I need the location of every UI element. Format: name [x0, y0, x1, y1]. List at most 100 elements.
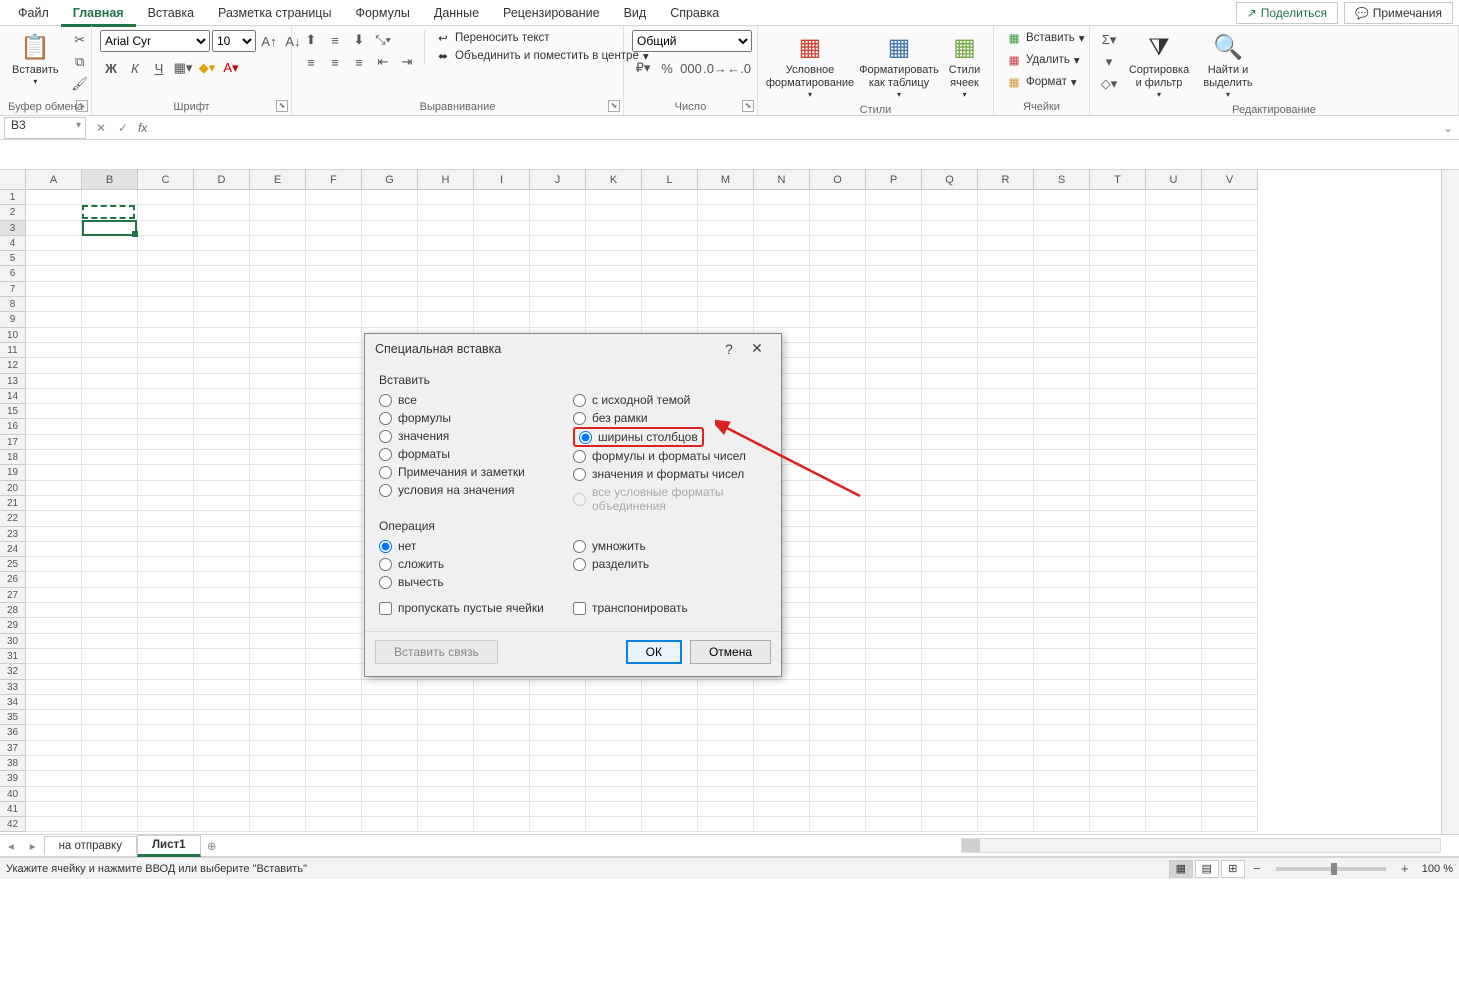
- align-bottom-button[interactable]: ⬇: [348, 30, 370, 50]
- radio-values-numfmt[interactable]: значения и форматы чисел: [573, 465, 767, 483]
- menu-insert[interactable]: Вставка: [136, 2, 206, 24]
- row-header-3[interactable]: 3: [0, 221, 26, 236]
- align-top-button[interactable]: ⬆: [300, 30, 322, 50]
- wrap-text-button[interactable]: ↩Переносить текст: [431, 30, 653, 46]
- checkbox-transpose[interactable]: транспонировать: [573, 601, 767, 615]
- formula-input[interactable]: [151, 117, 1437, 139]
- row-header-24[interactable]: 24: [0, 542, 26, 557]
- row-header-26[interactable]: 26: [0, 572, 26, 587]
- copy-button[interactable]: ⧉: [69, 52, 91, 72]
- percent-button[interactable]: %: [656, 58, 678, 78]
- comma-button[interactable]: 000: [680, 58, 702, 78]
- radio-op-add[interactable]: сложить: [379, 555, 573, 573]
- radio-column-widths[interactable]: ширины столбцов: [579, 430, 698, 444]
- cell-styles-button[interactable]: ▦Стили ячеек▾: [944, 30, 985, 102]
- align-middle-button[interactable]: ≡: [324, 30, 346, 50]
- row-header-37[interactable]: 37: [0, 741, 26, 756]
- delete-cells-button[interactable]: ▦Удалить▾: [1002, 52, 1084, 68]
- paste-button[interactable]: 📋 Вставить ▾: [8, 30, 63, 89]
- number-dialog-launcher[interactable]: ⬊: [742, 100, 754, 112]
- menu-formulas[interactable]: Формулы: [343, 2, 421, 24]
- row-header-10[interactable]: 10: [0, 328, 26, 343]
- radio-op-none[interactable]: нет: [379, 537, 573, 555]
- radio-op-subtract[interactable]: вычесть: [379, 573, 573, 591]
- row-header-36[interactable]: 36: [0, 725, 26, 740]
- menu-page-layout[interactable]: Разметка страницы: [206, 2, 343, 24]
- row-header-41[interactable]: 41: [0, 802, 26, 817]
- page-break-view-button[interactable]: ⊞: [1221, 860, 1245, 878]
- row-header-12[interactable]: 12: [0, 358, 26, 373]
- column-header-J[interactable]: J: [530, 170, 586, 190]
- row-header-6[interactable]: 6: [0, 266, 26, 281]
- zoom-level[interactable]: 100 %: [1422, 863, 1453, 875]
- normal-view-button[interactable]: ▦: [1169, 860, 1193, 878]
- vertical-scrollbar[interactable]: [1441, 170, 1459, 834]
- cancel-button[interactable]: Отмена: [690, 640, 771, 664]
- currency-button[interactable]: ₽▾: [632, 58, 654, 78]
- row-header-21[interactable]: 21: [0, 496, 26, 511]
- radio-no-border[interactable]: без рамки: [573, 409, 767, 427]
- font-dialog-launcher[interactable]: ⬊: [276, 100, 288, 112]
- row-header-42[interactable]: 42: [0, 817, 26, 832]
- row-header-27[interactable]: 27: [0, 588, 26, 603]
- conditional-formatting-button[interactable]: ▦Условное форматирование▾: [766, 30, 854, 102]
- paste-link-button[interactable]: Вставить связь: [375, 640, 498, 664]
- column-header-S[interactable]: S: [1034, 170, 1090, 190]
- row-header-33[interactable]: 33: [0, 680, 26, 695]
- checkbox-skip-blanks[interactable]: пропускать пустые ячейки: [379, 601, 573, 615]
- format-as-table-button[interactable]: ▦Форматировать как таблицу▾: [860, 30, 938, 102]
- row-header-20[interactable]: 20: [0, 481, 26, 496]
- cut-button[interactable]: ✂: [69, 30, 91, 50]
- column-header-O[interactable]: O: [810, 170, 866, 190]
- row-header-38[interactable]: 38: [0, 756, 26, 771]
- row-header-14[interactable]: 14: [0, 389, 26, 404]
- column-header-M[interactable]: M: [698, 170, 754, 190]
- horizontal-scrollbar[interactable]: [961, 838, 1441, 853]
- radio-op-divide[interactable]: разделить: [573, 555, 767, 573]
- zoom-in-button[interactable]: +: [1394, 859, 1416, 879]
- increase-indent-button[interactable]: ⇥: [396, 52, 418, 72]
- menu-review[interactable]: Рецензирование: [491, 2, 612, 24]
- row-header-17[interactable]: 17: [0, 435, 26, 450]
- underline-button[interactable]: Ч: [148, 58, 170, 78]
- zoom-slider[interactable]: [1276, 867, 1386, 871]
- bold-button[interactable]: Ж: [100, 58, 122, 78]
- column-header-I[interactable]: I: [474, 170, 530, 190]
- column-header-K[interactable]: K: [586, 170, 642, 190]
- format-painter-button[interactable]: 🖌: [69, 74, 91, 94]
- radio-all[interactable]: все: [379, 391, 573, 409]
- page-layout-view-button[interactable]: ▤: [1195, 860, 1219, 878]
- column-header-F[interactable]: F: [306, 170, 362, 190]
- decrease-decimal-button[interactable]: ←.0: [728, 58, 750, 78]
- row-header-11[interactable]: 11: [0, 343, 26, 358]
- increase-font-button[interactable]: A↑: [258, 31, 280, 51]
- clipboard-dialog-launcher[interactable]: ⬊: [76, 100, 88, 112]
- decrease-indent-button[interactable]: ⇤: [372, 52, 394, 72]
- italic-button[interactable]: К: [124, 58, 146, 78]
- radio-op-multiply[interactable]: умножить: [573, 537, 767, 555]
- row-header-30[interactable]: 30: [0, 634, 26, 649]
- insert-cells-button[interactable]: ▦Вставить▾: [1002, 30, 1089, 46]
- fill-button[interactable]: ▾: [1098, 52, 1120, 72]
- radio-source-theme[interactable]: с исходной темой: [573, 391, 767, 409]
- number-format-select[interactable]: Общий: [632, 30, 752, 52]
- borders-button[interactable]: ▦▾: [172, 58, 194, 78]
- menu-home[interactable]: Главная: [61, 0, 136, 27]
- menu-data[interactable]: Данные: [422, 2, 491, 24]
- row-header-28[interactable]: 28: [0, 603, 26, 618]
- row-header-16[interactable]: 16: [0, 419, 26, 434]
- radio-comments[interactable]: Примечания и заметки: [379, 463, 573, 481]
- column-header-B[interactable]: B: [82, 170, 138, 190]
- fx-icon[interactable]: fx: [134, 121, 151, 135]
- column-header-D[interactable]: D: [194, 170, 250, 190]
- row-header-2[interactable]: 2: [0, 205, 26, 220]
- fill-color-button[interactable]: ◆▾: [196, 58, 218, 78]
- menu-file[interactable]: Файл: [6, 2, 61, 24]
- merge-center-button[interactable]: ⬌Объединить и поместить в центре ▾: [431, 48, 653, 64]
- column-header-H[interactable]: H: [418, 170, 474, 190]
- align-center-button[interactable]: ≡: [324, 52, 346, 72]
- row-header-9[interactable]: 9: [0, 312, 26, 327]
- font-name-select[interactable]: Arial Cyr: [100, 30, 210, 52]
- select-all-corner[interactable]: [0, 170, 26, 190]
- zoom-out-button[interactable]: −: [1246, 859, 1268, 879]
